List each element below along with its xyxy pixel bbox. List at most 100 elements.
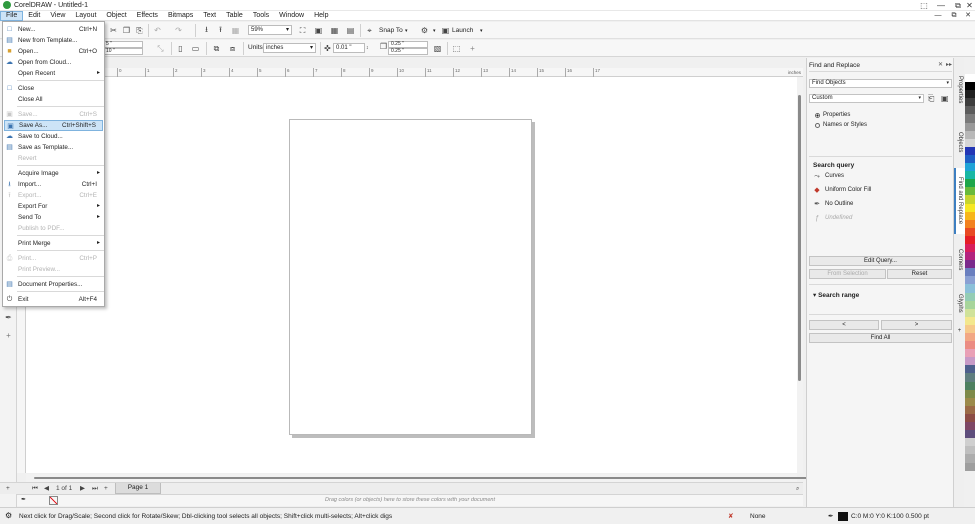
from-selection-button[interactable]: From Selection [809,269,886,279]
menu-text[interactable]: Text [198,11,221,21]
color-swatch[interactable] [965,300,975,309]
help-icon[interactable]: ⬚ [915,0,933,11]
add-page-after-icon[interactable]: + [104,484,108,494]
menu-item-save-to-cloud[interactable]: ☁ Save to Cloud... [4,131,103,142]
chevron-down-icon[interactable]: ▾ [433,26,436,36]
color-swatch[interactable] [965,413,975,423]
color-swatch[interactable] [965,106,975,115]
color-swatch[interactable] [965,324,975,333]
color-swatch[interactable] [965,187,975,196]
last-page-icon[interactable]: ⏭ [92,484,98,494]
menu-item-publish-to-pdf[interactable]: Publish to PDF... [4,223,103,234]
menu-item-import[interactable]: ⭳ Import... Ctrl+I [4,179,103,190]
docker-collapse-icon[interactable]: ▸▸ [946,61,952,68]
find-all-button[interactable]: Find All [809,333,952,343]
add-icon[interactable]: + [467,43,478,54]
color-swatch[interactable] [965,114,975,123]
find-next-button[interactable]: > [881,320,952,330]
menu-view[interactable]: View [45,11,70,21]
cut-icon[interactable]: ✂ [108,25,119,36]
color-swatch[interactable] [965,462,975,471]
color-swatch[interactable] [965,333,975,342]
radio-names-styles[interactable]: Names or Styles [815,121,867,129]
color-swatch[interactable] [965,211,975,220]
color-swatch[interactable] [965,163,975,172]
menu-item-close-all[interactable]: Close All [4,94,103,105]
options-gear-icon[interactable]: ⚙ [419,25,430,36]
color-swatch[interactable] [965,365,975,374]
color-swatch[interactable] [965,268,975,277]
menu-layout[interactable]: Layout [70,11,101,21]
first-page-icon[interactable]: ⏮ [32,484,38,494]
menu-item-send-to[interactable]: Send To ▸ [4,212,103,223]
menu-bitmaps[interactable]: Bitmaps [163,11,198,21]
color-swatch[interactable] [965,438,975,447]
query-item[interactable]: ◆ Uniform Color Fill [813,186,871,195]
next-page-icon[interactable]: ▶ [80,484,85,494]
menu-item-revert[interactable]: Revert [4,153,103,164]
page-width-field[interactable]: 5 " [103,41,143,48]
query-item[interactable]: ✒ No Outline [813,200,853,209]
horizontal-scrollbar[interactable] [26,474,809,482]
page-height-field[interactable]: 10 " [103,48,143,55]
status-gear-icon[interactable]: ⚙ [5,511,12,520]
previous-page-icon[interactable]: ◀ [44,484,49,494]
tab-objects[interactable]: Objects [954,122,965,162]
snap-to-icon[interactable]: ⌖ [364,25,375,36]
launch-icon[interactable]: ▣ [440,25,451,36]
menu-window[interactable]: Window [274,11,309,21]
menu-item-exit[interactable]: ⏻ Exit Alt+F4 [4,294,103,305]
menu-item-new[interactable]: □ New... Ctrl+N [4,24,103,35]
reset-button[interactable]: Reset [887,269,952,279]
color-swatch[interactable] [965,373,975,382]
color-swatch[interactable] [965,90,975,99]
menu-item-open[interactable]: ■ Open... Ctrl+O [4,46,103,57]
units-select[interactable]: inches ▾ [263,43,316,53]
vertical-scrollbar[interactable] [797,77,803,473]
menu-help[interactable]: Help [309,11,333,21]
preset-select[interactable]: Custom ▾ [809,94,924,103]
page-tab[interactable]: Page 1 [115,483,161,494]
drawing-workspace[interactable] [26,77,797,473]
color-swatch[interactable] [965,146,975,155]
find-mode-select[interactable]: Find Objects ▾ [809,79,952,88]
minimize-button[interactable]: — [932,0,950,11]
publish-pdf-icon[interactable]: ▦ [230,25,241,36]
docker-pin-icon[interactable]: ✕ [938,61,943,68]
color-swatch[interactable] [965,219,975,228]
add-tool-icon[interactable]: + [3,330,14,341]
menu-item-print-merge[interactable]: Print Merge ▸ [4,238,103,249]
zoom-navigator-icon[interactable]: ⌕ [796,484,799,494]
color-swatch[interactable] [965,430,975,439]
color-swatch[interactable] [965,122,975,131]
radio-properties[interactable]: Properties [815,111,850,119]
export-icon[interactable]: ⭱ [215,25,226,36]
color-swatch[interactable] [965,203,975,212]
color-swatch[interactable] [965,446,975,455]
menu-item-export-for[interactable]: Export For ▸ [4,201,103,212]
color-swatch[interactable] [965,381,975,390]
color-swatch[interactable] [965,235,975,244]
color-swatch[interactable] [965,227,975,236]
tab-find-and-replace[interactable]: Find and Replace [954,168,965,234]
color-swatch[interactable] [965,349,975,358]
color-swatch[interactable] [965,284,975,293]
all-pages-size-icon[interactable]: ⧉ [211,43,222,54]
menu-effects[interactable]: Effects [132,11,163,21]
add-page-icon[interactable]: + [6,484,10,494]
portrait-icon[interactable]: ▯ [175,43,186,54]
color-swatch[interactable] [965,74,975,83]
color-swatch[interactable] [965,243,975,253]
add-docker-icon[interactable]: + [954,326,965,336]
color-swatch[interactable] [965,82,975,91]
page-content-icon[interactable]: ▧ [432,43,443,54]
color-swatch[interactable] [965,357,975,366]
show-rulers-icon[interactable]: ▣ [313,25,324,36]
snap-to-dropdown[interactable]: Snap To [379,26,403,36]
launch-button[interactable]: Launch [452,26,473,36]
menu-item-save[interactable]: ▣ Save... Ctrl+S [4,109,103,120]
color-swatch[interactable] [965,195,975,204]
doc-minimize-icon[interactable]: — [932,11,944,21]
tab-properties[interactable]: Properties [954,62,965,118]
color-swatch[interactable] [965,276,975,285]
